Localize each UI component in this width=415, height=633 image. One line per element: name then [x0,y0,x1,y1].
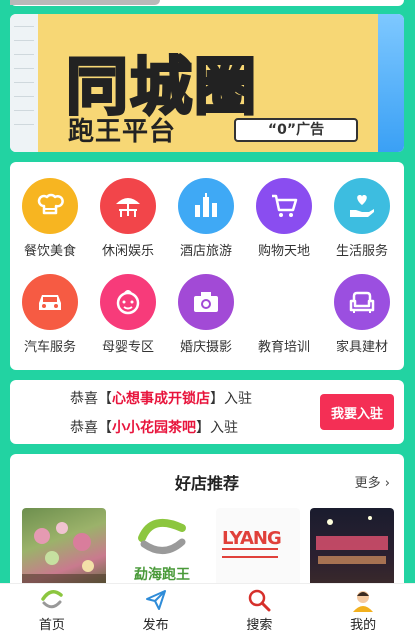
baby-icon [100,274,156,330]
join-announcement: 恭喜【心想事成开锁店】入驻 恭喜【小小花园茶吧】入驻 我要入驻 [10,380,404,444]
section-title: 好店推荐 [174,474,239,493]
nav-label: 首页 [38,618,65,633]
category-car[interactable]: 汽车服务 [12,274,88,355]
ad-banner[interactable]: 同城圈 跑王平台 “0”广告 [10,14,404,152]
category-label: 生活服务 [335,244,388,259]
banner-tag: “0”广告 [234,118,358,142]
announcement-prefix: 恭喜【 [70,420,112,436]
sofa-icon [334,274,390,330]
shop-logo-text: 勐海跑王 [134,567,190,583]
nav-mine[interactable]: 我的 [311,584,415,633]
announcement-prefix: 恭喜【 [70,391,112,407]
category-food[interactable]: 餐饮美食 [12,178,88,259]
category-life-service[interactable]: 生活服务 [324,178,400,259]
banner-side-image-right [378,14,404,152]
category-education[interactable]: 教育培训 [246,274,322,355]
hand-heart-icon [334,178,390,234]
logo-decoration [222,548,278,558]
shop-logo-text: LYANG [222,528,282,549]
category-label: 婚庆摄影 [179,340,232,355]
category-shopping[interactable]: 购物天地 [246,178,322,259]
home-logo-icon [0,588,104,612]
category-baby[interactable]: 母婴专区 [90,274,166,355]
car-icon [22,274,78,330]
umbrella-table-icon [100,178,156,234]
shop-thumbnail-flowers[interactable] [22,508,106,588]
banner-side-image [10,14,38,152]
more-label: 更多 [354,476,381,491]
category-leisure[interactable]: 休闲娱乐 [90,178,166,259]
banner-image: 同城圈 跑王平台 “0”广告 [38,14,378,152]
paper-plane-icon [104,588,208,612]
category-label: 汽车服务 [23,340,76,355]
more-link[interactable]: 更多 › [355,472,390,491]
nav-label: 搜索 [246,618,273,633]
category-label: 餐饮美食 [23,244,76,259]
shop-thumbnail-night[interactable] [310,508,394,588]
category-label: 酒店旅游 [179,244,232,259]
announcement-suffix: 】入驻 [210,391,252,407]
bottom-navigation: 首页 发布 搜索 我的 [0,583,415,633]
nav-label: 我的 [350,618,377,633]
join-button[interactable]: 我要入驻 [320,394,394,430]
category-grid: 餐饮美食 休闲娱乐 酒店旅游 购物天地 生活服务 汽车服务 母婴专区 婚庆摄影 … [10,162,404,370]
user-avatar-icon [311,588,415,612]
chevron-right-icon: › [384,476,390,491]
education-icon-placeholder [256,274,312,330]
category-label: 母婴专区 [101,340,154,355]
shop-thumbnail-menghai[interactable]: 勐海跑王 [120,508,204,588]
announcement-line[interactable]: 恭喜【小小花园茶吧】入驻 [70,417,238,437]
category-furniture[interactable]: 家具建材 [324,274,400,355]
camera-icon [178,274,234,330]
shop-name: 小小花园茶吧 [112,420,196,436]
category-label: 休闲娱乐 [101,244,154,259]
cart-icon [256,178,312,234]
shop-name: 心想事成开锁店 [112,391,210,407]
banner-subtitle: 跑王平台 [68,117,177,147]
category-hotel[interactable]: 酒店旅游 [168,178,244,259]
shop-thumbnail-lyang[interactable]: LYANG [216,508,300,588]
category-label: 家具建材 [335,340,388,355]
category-label: 购物天地 [257,244,310,259]
nav-label: 发布 [142,618,169,633]
top-card-stub [10,0,160,5]
nav-search[interactable]: 搜索 [208,584,312,633]
buildings-icon [178,178,234,234]
chef-hat-icon [22,178,78,234]
announcement-suffix: 】入驻 [196,420,238,436]
recommended-shops: 好店推荐 更多 › 勐海跑王 LYANG [10,454,404,594]
announcement-line[interactable]: 恭喜【心想事成开锁店】入驻 [70,388,252,408]
nav-home[interactable]: 首页 [0,584,104,633]
category-wedding-photo[interactable]: 婚庆摄影 [168,274,244,355]
category-label: 教育培训 [257,340,310,355]
search-icon [208,588,312,612]
nav-publish[interactable]: 发布 [104,584,208,633]
